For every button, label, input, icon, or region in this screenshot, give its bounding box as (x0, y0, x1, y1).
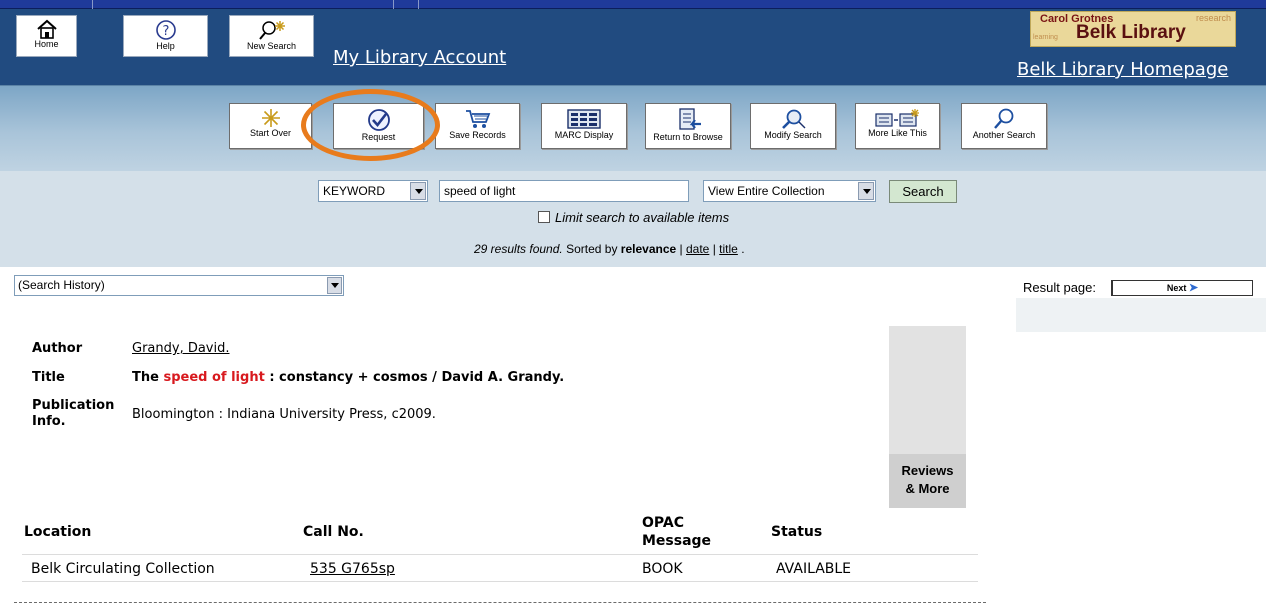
search-button[interactable]: Search (889, 180, 957, 203)
location-header: Location (24, 524, 92, 540)
logo-line2: Belk Library (1076, 22, 1186, 43)
location-cell: Belk Circulating Collection (31, 561, 215, 577)
logo-tag-left: learning (1033, 34, 1058, 41)
top-strip (0, 0, 1266, 9)
chevron-down-icon (410, 182, 426, 200)
opac-header-line1: OPAC (642, 515, 684, 531)
save-records-label: Save Records (449, 130, 506, 140)
sort-separator: | (712, 242, 716, 256)
help-icon: ? (155, 20, 176, 40)
next-page-label: Next (1166, 283, 1187, 293)
svg-text:?: ? (162, 24, 169, 39)
title-highlight: speed of light (163, 370, 265, 385)
modify-search-label: Modify Search (764, 130, 822, 140)
search-history-value: (Search History) (18, 278, 105, 292)
home-button-label: Home (34, 39, 59, 49)
publication-info-value: Bloomington : Indiana University Press, … (132, 407, 436, 422)
help-button[interactable]: ? Help (123, 15, 208, 57)
modify-search-icon (782, 109, 806, 129)
cart-icon (465, 110, 490, 128)
search-query: speed of light (444, 184, 516, 198)
results-summary: 29 results found. Sorted by relevance | … (474, 242, 745, 256)
my-library-account-link[interactable]: My Library Account (333, 47, 506, 68)
magnifier-icon (994, 108, 1014, 129)
title-suffix: : constancy + cosmos / David A. Grandy. (269, 370, 565, 385)
reviews-more-button[interactable]: Reviews & More (889, 454, 966, 508)
return-to-browse-button[interactable]: Return to Browse (645, 103, 731, 149)
request-button[interactable]: Request (333, 103, 424, 149)
request-label: Request (361, 132, 396, 142)
home-icon (36, 19, 57, 39)
chevron-down-icon (327, 277, 342, 294)
reviews-line2: & More (905, 481, 950, 496)
return-browse-icon (679, 108, 701, 130)
marc-display-button[interactable]: MARC Display (541, 103, 627, 149)
scope-select[interactable]: View Entire Collection (703, 180, 876, 202)
more-like-this-label: More Like This (868, 128, 927, 138)
record-toolbar: Start Over Request Save Records MARC Dis… (0, 85, 1266, 171)
arrow-right-icon: ➤ (1188, 282, 1199, 294)
opac-message-header: OPAC Message (642, 514, 711, 550)
new-search-button-label: New Search (246, 41, 297, 51)
chevron-down-icon (858, 182, 874, 200)
author-label: Author (32, 341, 83, 356)
another-search-label: Another Search (972, 130, 1036, 140)
reviews-line1: Reviews (901, 463, 954, 478)
right-panel (1016, 298, 1266, 332)
limit-available-checkbox[interactable] (538, 211, 550, 223)
marc-display-label: MARC Display (554, 130, 614, 140)
start-over-button[interactable]: Start Over (229, 103, 312, 149)
status-header: Status (771, 524, 823, 540)
title-value: The speed of light : constancy + cosmos … (132, 370, 564, 385)
call-no-header: Call No. (303, 524, 364, 540)
scope-value: View Entire Collection (708, 184, 825, 198)
publication-info-label-line2: Info. (32, 414, 66, 429)
sorted-by-label: Sorted by (566, 242, 618, 256)
opac-cell: BOOK (642, 561, 683, 577)
row-divider (22, 554, 978, 555)
sort-separator: | (679, 242, 683, 256)
row-divider (22, 581, 978, 582)
result-page-label: Result page: (1023, 280, 1096, 295)
author-value: Grandy, David. (132, 341, 230, 356)
search-type-select[interactable]: KEYWORD (318, 180, 428, 202)
call-no-link[interactable]: 535 G765sp (310, 561, 395, 577)
title-label: Title (32, 370, 65, 385)
return-to-browse-label: Return to Browse (653, 132, 723, 142)
next-page-button[interactable]: Next ➤ (1111, 280, 1253, 296)
marc-display-icon (567, 109, 601, 129)
checkmark-icon (367, 109, 390, 131)
opac-header-line2: Message (642, 533, 712, 549)
search-input[interactable]: speed of light (439, 180, 689, 202)
sort-by-date-link[interactable]: date (686, 242, 709, 256)
save-records-button[interactable]: Save Records (435, 103, 520, 149)
sort-by-title-link[interactable]: title (719, 242, 738, 256)
sort-current: relevance (620, 242, 677, 256)
home-button[interactable]: Home (16, 15, 77, 57)
results-count: 29 results found. (474, 242, 563, 256)
new-search-button[interactable]: New Search (229, 15, 314, 57)
dashed-divider (14, 602, 986, 603)
library-logo[interactable]: Carol Grotnes Belk Library research lear… (1030, 11, 1236, 47)
help-button-label: Help (156, 41, 175, 51)
start-over-icon (261, 109, 280, 127)
search-history-select[interactable]: (Search History) (14, 275, 344, 296)
new-search-icon (258, 21, 285, 40)
start-over-label: Start Over (249, 128, 291, 138)
publication-info-label: Publication Info. (32, 398, 114, 430)
another-search-button[interactable]: Another Search (961, 103, 1047, 149)
publication-info-label-line1: Publication (32, 398, 115, 413)
status-cell: AVAILABLE (776, 561, 852, 577)
logo-tag-right: research (1195, 13, 1231, 23)
sort-end: . (741, 242, 745, 256)
more-like-this-icon (874, 109, 919, 127)
search-type-value: KEYWORD (323, 184, 386, 198)
limit-available-label: Limit search to available items (555, 210, 730, 225)
author-link[interactable]: Grandy, David. (132, 341, 230, 356)
more-like-this-button[interactable]: More Like This (855, 103, 940, 149)
call-no-cell: 535 G765sp (310, 561, 395, 577)
modify-search-button[interactable]: Modify Search (750, 103, 836, 149)
belk-library-homepage-link[interactable]: Belk Library Homepage (1017, 59, 1228, 80)
title-prefix: The (132, 370, 159, 385)
